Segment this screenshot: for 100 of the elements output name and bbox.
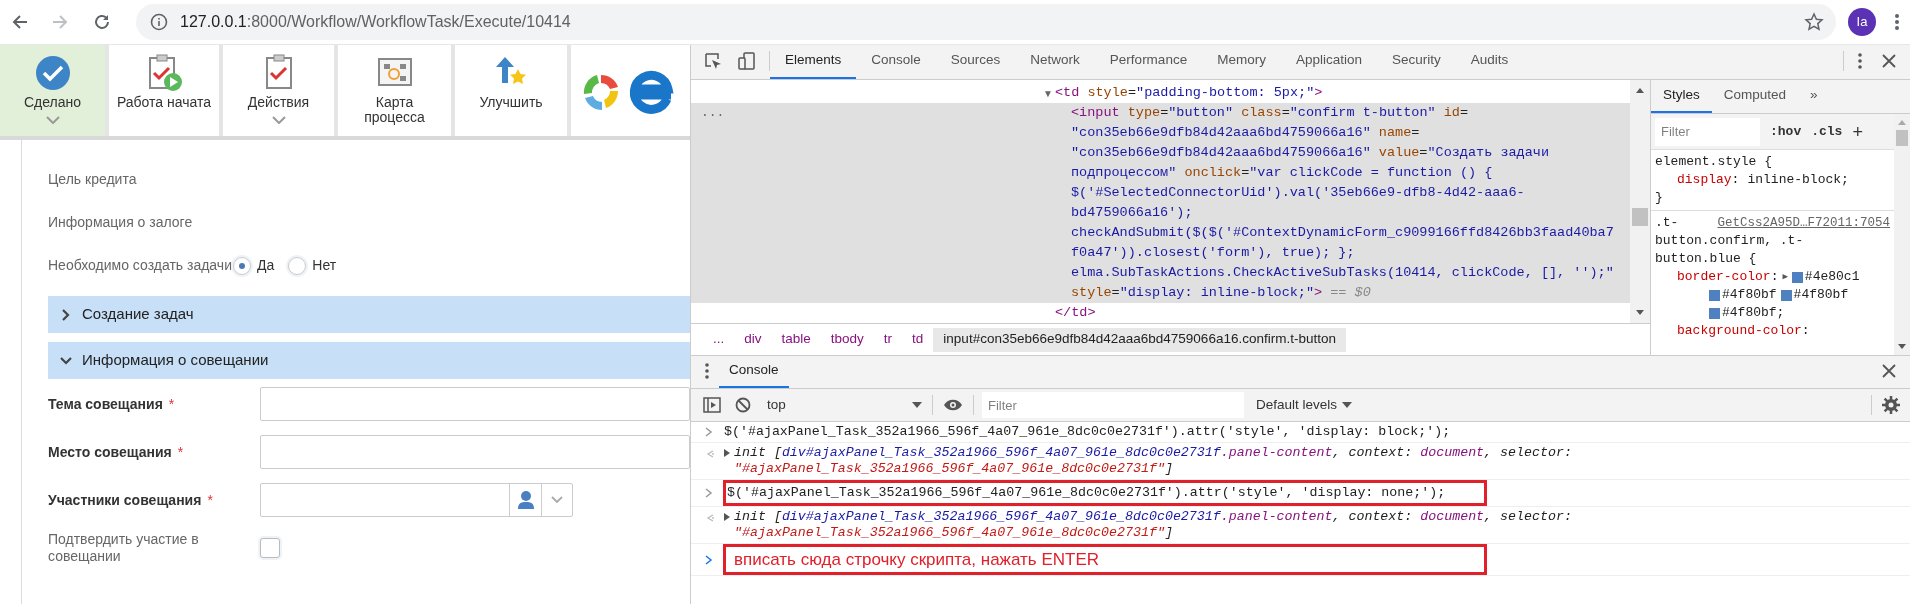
breadcrumb[interactable]: input#con35eb66e9dfb84d42aaa6bd4759066a16.confirm.t-button	[933, 327, 1346, 352]
css-value: #4f80bf	[1793, 286, 1849, 304]
settings-icon[interactable]	[1882, 396, 1900, 414]
devtools-tab[interactable]: Network	[1015, 44, 1095, 79]
expand-triangle-icon[interactable]	[723, 512, 731, 521]
ellipsis-text: ...	[701, 104, 725, 122]
user-icon[interactable]	[516, 490, 535, 510]
annotation-text: вписать сюда строчку скрипта, нажать ENTER	[723, 543, 1487, 576]
css-selector: element.style {	[1655, 153, 1773, 171]
devtools-tab[interactable]: Sources	[935, 44, 1016, 79]
css-property: border-color	[1677, 268, 1771, 286]
device-icon[interactable]	[737, 51, 757, 71]
input-field[interactable]	[260, 435, 690, 469]
chevron-icon	[705, 554, 713, 565]
field-label: Цель кредита	[48, 170, 138, 189]
address-bar[interactable]: 127.0.0.1:8000/Workflow/WorkflowTask/Execute/10414	[136, 4, 1836, 40]
context-select[interactable]: top	[767, 394, 922, 416]
menu-icon[interactable]	[705, 363, 709, 379]
radio-option[interactable]: Да	[233, 255, 275, 276]
breadcrumb[interactable]: div	[734, 327, 772, 352]
styles-tab[interactable]: Computed	[1711, 79, 1799, 113]
source-link[interactable]: GetCss2A95D…F72011:7054	[1717, 214, 1890, 232]
css-property: background-color	[1677, 322, 1802, 340]
devtools-tab[interactable]: Memory	[1202, 44, 1281, 79]
css-selector: .t-	[1655, 214, 1679, 232]
breadcrumb[interactable]: tr	[873, 327, 903, 352]
checkbox[interactable]	[260, 538, 280, 558]
eye-icon[interactable]	[943, 398, 963, 412]
chevron-icon	[705, 426, 713, 437]
radio-option[interactable]: Нет	[288, 255, 337, 276]
reload-icon[interactable]	[92, 12, 112, 32]
css-value: #4f80bf;	[1722, 304, 1785, 322]
breadcrumb[interactable]: tbody	[820, 327, 874, 352]
required-mark: *	[177, 442, 184, 462]
toolbar-button[interactable]: Сделано	[0, 45, 109, 136]
field-label: Тема совещания	[48, 395, 163, 413]
inspect-icon[interactable]	[703, 51, 723, 71]
filter-field[interactable]: Filter	[982, 392, 1244, 418]
scrollbar-thumb[interactable]	[1896, 130, 1908, 146]
code-line: "con35eb66e9dfb84d42aaa6bd4759066a16" value="Создать задачи	[1071, 143, 1549, 162]
code-line: checkAndSubmit($($('#ContextDynamicForm_c9099166ffd8426bb3faad40ba7	[1071, 223, 1614, 242]
colon-text: :	[1731, 171, 1740, 189]
devtools-tab[interactable]: Elements	[770, 44, 857, 79]
code-line: f0a47')).closest('form'), true); };	[1071, 243, 1355, 262]
user-picker-field[interactable]	[260, 483, 573, 517]
section-header[interactable]: Информация о совещании	[48, 342, 690, 379]
result-arrow-icon	[705, 512, 715, 523]
devtools-tab[interactable]: Application	[1280, 44, 1377, 79]
star-icon[interactable]	[1804, 12, 1824, 32]
menu-icon[interactable]	[1858, 53, 1862, 69]
breadcrumb[interactable]: ...	[703, 327, 735, 352]
input-field[interactable]	[260, 387, 690, 421]
command-text: $('#ajaxPanel_Task_352a1966_596f_4a07_961e_8dc0c0e2731f').attr('style', 'display: none;');	[723, 479, 1487, 506]
color-swatch[interactable]	[1791, 271, 1803, 283]
console-output: init [div#ajaxPanel_Task_352a1966_596f_4a07_961e_8dc0c0e2731f.panel-content, context: document, selector:	[734, 444, 1573, 461]
chevron-icon	[705, 487, 713, 498]
color-swatch[interactable]	[1780, 289, 1792, 301]
expand-triangle-icon[interactable]	[723, 448, 731, 457]
scroll-down-icon[interactable]	[1635, 309, 1645, 317]
styles-tab[interactable]: »	[1798, 79, 1830, 113]
filter-field[interactable]: Filter	[1655, 117, 1760, 146]
code-line: <td style="padding-bottom: 5px;">	[1055, 83, 1323, 102]
css-selector: button.confirm, .t-	[1655, 232, 1804, 250]
breadcrumb[interactable]: td	[902, 327, 934, 352]
devtools-tab[interactable]: Console	[856, 44, 936, 79]
profile-avatar[interactable]: Ia	[1848, 8, 1876, 36]
chevron-down-icon[interactable]	[271, 116, 286, 124]
scroll-up-icon[interactable]	[1635, 86, 1645, 94]
add-rule-button[interactable]: +	[1852, 122, 1863, 141]
css-brace: }	[1655, 189, 1664, 207]
console-output: "#ajaxPanel_Task_352a1966_596f_4a07_961e_8dc0c0e2731f"]	[734, 524, 1173, 541]
close-icon[interactable]	[1882, 364, 1896, 378]
scrollbar-thumb[interactable]	[1632, 208, 1648, 226]
field-label: Место совещания	[48, 443, 172, 461]
info-icon[interactable]	[150, 13, 168, 31]
css-value: #4e80c1	[1804, 268, 1860, 286]
required-mark: *	[207, 490, 213, 510]
devtools-tab[interactable]: Performance	[1094, 44, 1203, 79]
field-label: Необходимо создать задачи	[48, 256, 233, 275]
field-label: Подтвердить участие в совещании	[48, 531, 200, 565]
expand-triangle[interactable]: ▶	[1782, 268, 1788, 286]
color-swatch[interactable]	[1709, 289, 1720, 301]
colon-text: :	[1801, 322, 1810, 340]
code-line: "con35eb66e9dfb84d42aaa6bd4759066a16" name=	[1071, 123, 1420, 142]
close-icon[interactable]	[1882, 54, 1896, 68]
expand-triangle[interactable]: ▼	[1043, 85, 1055, 101]
breadcrumb[interactable]: table	[771, 327, 821, 352]
clear-icon[interactable]	[735, 397, 751, 413]
devtools-tab[interactable]: Security	[1376, 44, 1456, 79]
menu-icon[interactable]	[1894, 12, 1900, 32]
scroll-down-icon[interactable]	[1897, 343, 1907, 351]
devtools-tab[interactable]: Audits	[1455, 44, 1524, 79]
section-header[interactable]: Создание задач	[48, 296, 690, 333]
caret-icon	[1342, 402, 1353, 408]
cls-toggle[interactable]: .cls	[1811, 121, 1843, 142]
color-swatch[interactable]	[1709, 307, 1720, 319]
sidebar-toggle-icon[interactable]	[703, 397, 721, 413]
console-output: init [div#ajaxPanel_Task_352a1966_596f_4a07_961e_8dc0c0e2731f.panel-content, context: document, selector:	[734, 508, 1573, 525]
hov-toggle[interactable]: :hov	[1770, 121, 1802, 142]
levels-dropdown[interactable]: Default levels	[1256, 394, 1353, 416]
